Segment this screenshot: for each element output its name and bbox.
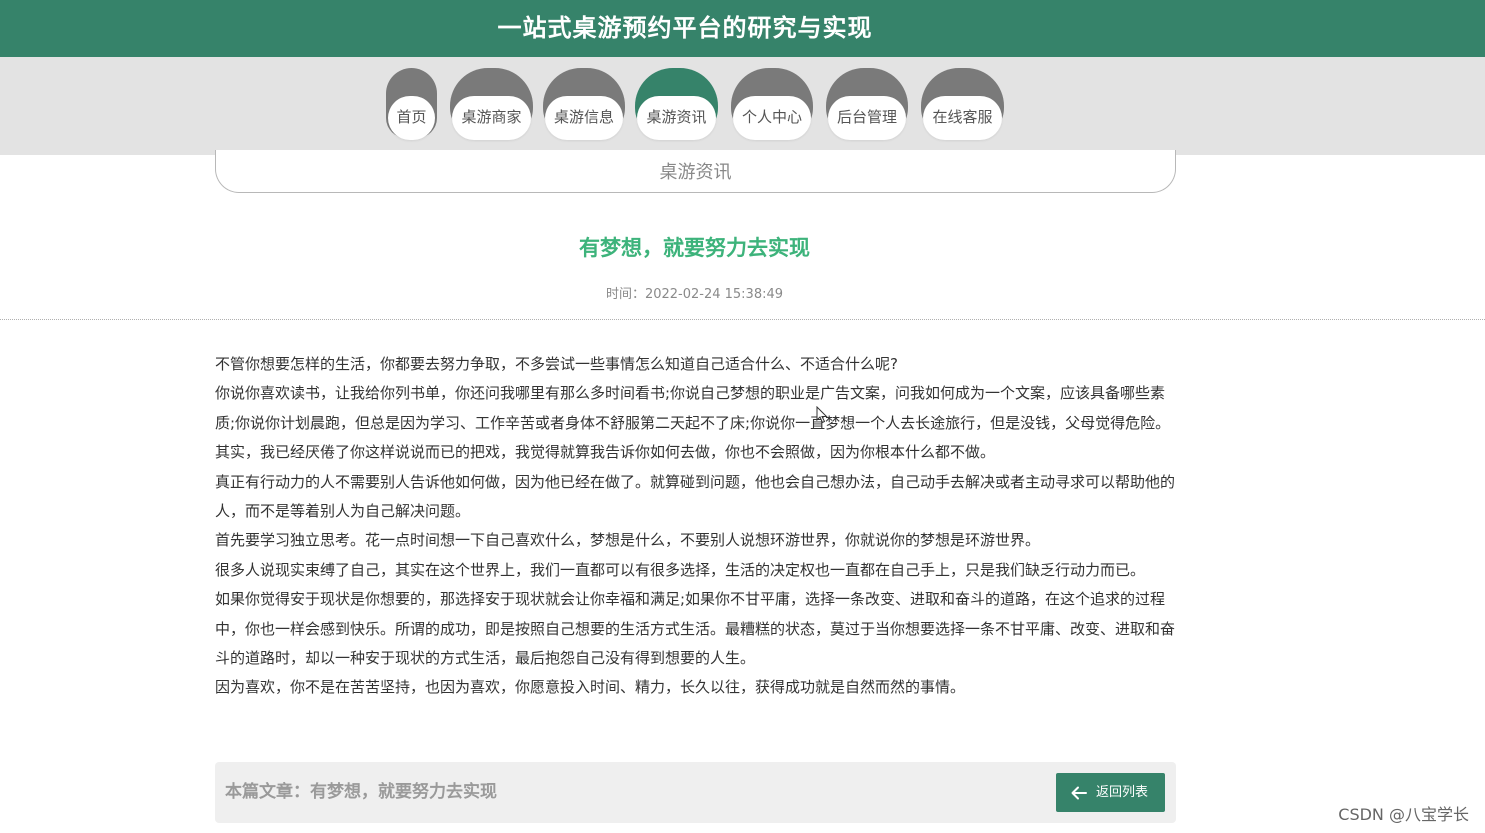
divider	[0, 319, 1485, 320]
nav-item-admin[interactable]: 后台管理	[826, 68, 908, 140]
nav-item-support[interactable]: 在线客服	[921, 68, 1004, 140]
site-title: 一站式桌游预约平台的研究与实现	[497, 14, 873, 42]
article-footer: 本篇文章：有梦想，就要努力去实现 返回列表	[215, 762, 1176, 823]
breadcrumb: 桌游资讯	[215, 150, 1176, 193]
article-paragraph: 因为喜欢，你不是在苦苦坚持，也因为喜欢，你愿意投入时间、精力，长久以往，获得成功…	[215, 678, 966, 697]
nav-item-label: 桌游信息	[545, 96, 623, 140]
nav-item-news[interactable]: 桌游资讯	[635, 68, 718, 140]
top-header-bar: 一站式桌游预约平台的研究与实现	[0, 0, 1485, 57]
nav-item-label: 首页	[388, 96, 435, 140]
article-paragraph: 首先要学习独立思考。花一点时间想一下自己喜欢什么，梦想是什么，不要别人说想环游世…	[215, 531, 1041, 550]
article-time: 时间：2022-02-24 15:38:49	[605, 287, 784, 302]
nav-item-label: 在线客服	[923, 96, 1002, 140]
watermark: CSDN @八宝学长	[1338, 805, 1469, 824]
nav-item-label: 桌游资讯	[637, 96, 716, 140]
nav-item-label: 后台管理	[828, 96, 906, 140]
article-paragraph: 你说你喜欢读书，让我给你列书单，你还问我哪里有那么多时间看书;你说自己梦想的职业…	[215, 384, 1171, 462]
breadcrumb-label: 桌游资讯	[659, 162, 732, 183]
back-to-list-label: 返回列表	[1096, 785, 1149, 800]
current-article-label: 本篇文章：有梦想，就要努力去实现	[225, 782, 497, 802]
nav-item-label: 个人中心	[733, 96, 811, 140]
article-paragraph: 很多人说现实束缚了自己，其实在这个世界上，我们一直都可以有很多选择，生活的决定权…	[215, 560, 1146, 579]
article-paragraph: 如果你觉得安于现状是你想要的，那选择安于现状就会让你幸福和满足;如果你不甘平庸，…	[215, 590, 1176, 668]
mouse-cursor-icon	[816, 406, 828, 424]
nav-item-home[interactable]: 首页	[386, 68, 437, 140]
article-content: 不管你想要怎样的生活，你都要去努力争取，不多尝试一些事情怎么知道自己适合什么、不…	[215, 350, 1177, 703]
article-title: 有梦想，就要努力去实现	[579, 236, 810, 260]
main-nav: 首页 桌游商家 桌游信息 桌游资讯 个人中心 后台管理 在线客服	[0, 57, 1485, 155]
nav-item-merchants[interactable]: 桌游商家	[450, 68, 533, 140]
back-to-list-button[interactable]: 返回列表	[1056, 773, 1165, 812]
article-paragraph: 不管你想要怎样的生活，你都要去努力争取，不多尝试一些事情怎么知道自己适合什么、不…	[215, 355, 898, 373]
article-paragraph: 真正有行动力的人不需要别人告诉他如何做，因为他已经在做了。就算碰到问题，他也会自…	[215, 472, 1176, 521]
nav-item-profile[interactable]: 个人中心	[731, 68, 813, 140]
arrow-left-icon	[1071, 786, 1087, 800]
nav-item-games[interactable]: 桌游信息	[543, 68, 625, 140]
nav-item-label: 桌游商家	[452, 96, 531, 140]
